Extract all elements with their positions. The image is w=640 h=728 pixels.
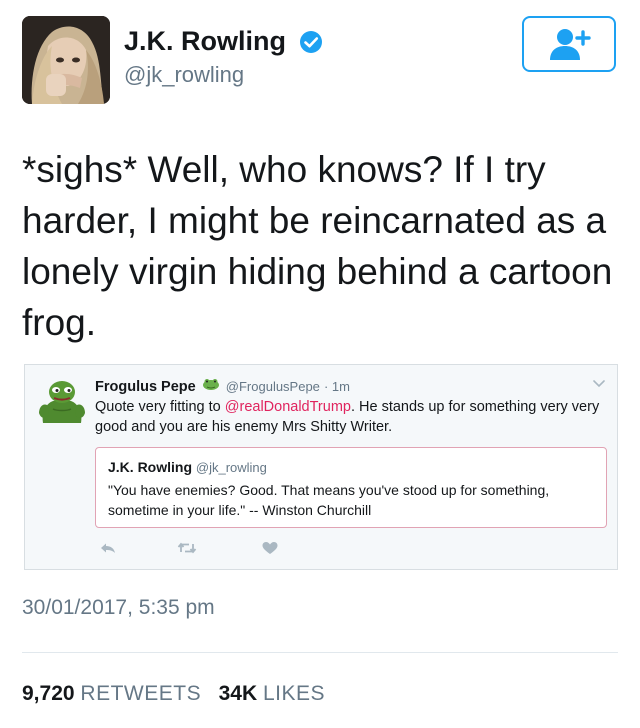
retweets-label[interactable]: RETWEETS xyxy=(80,682,201,705)
follow-user-icon xyxy=(550,29,591,60)
mention-link[interactable]: @realDonaldTrump xyxy=(225,399,351,415)
nested-tweet-header: J.K. Rowling @jk_rowling xyxy=(108,459,267,475)
quoted-tweet-card[interactable]: Frogulus Pepe @FrogulusPepe · 1m Quote v… xyxy=(24,364,618,570)
divider xyxy=(22,652,618,653)
nested-author-handle: @jk_rowling xyxy=(195,460,267,475)
avatar-photo xyxy=(22,16,110,104)
author-name[interactable]: J.K. Rowling xyxy=(124,26,286,57)
engagement-stats: 9,720 RETWEETS 34K LIKES xyxy=(22,682,325,706)
quoted-text-start: Quote very fitting to xyxy=(95,399,225,415)
retweet-count[interactable]: 9,720 xyxy=(22,682,75,705)
quoted-tweet-time: · 1m xyxy=(323,379,350,394)
like-count[interactable]: 34K xyxy=(219,682,258,705)
quoted-author-name[interactable]: Frogulus Pepe xyxy=(95,379,196,395)
author-handle[interactable]: @jk_rowling xyxy=(124,62,244,88)
tweet-timestamp[interactable]: 30/01/2017, 5:35 pm xyxy=(22,596,215,620)
quoted-author-avatar[interactable] xyxy=(37,377,87,427)
quoted-tweet-header: Frogulus Pepe @FrogulusPepe · 1m xyxy=(95,378,350,395)
chevron-down-icon[interactable] xyxy=(593,379,605,389)
like-icon[interactable] xyxy=(261,541,279,555)
profile-avatar[interactable] xyxy=(22,16,110,104)
reply-icon[interactable] xyxy=(99,541,117,555)
nested-author-name: J.K. Rowling xyxy=(108,459,192,475)
nested-tweet-text: "You have enemies? Good. That means you'… xyxy=(108,482,550,518)
nested-quoted-tweet[interactable]: J.K. Rowling @jk_rowling "You have enemi… xyxy=(95,447,607,528)
retweet-icon[interactable] xyxy=(177,541,197,555)
quoted-tweet-text: Quote very fitting to @realDonaldTrump. … xyxy=(95,397,605,437)
follow-button[interactable] xyxy=(522,16,616,72)
quoted-author-handle[interactable]: @FrogulusPepe xyxy=(226,379,320,394)
verified-badge-icon xyxy=(300,31,322,53)
likes-label[interactable]: LIKES xyxy=(263,682,325,705)
frog-emoji-icon xyxy=(202,379,219,390)
tweet-text: *sighs* Well, who knows? If I try harder… xyxy=(22,149,613,343)
